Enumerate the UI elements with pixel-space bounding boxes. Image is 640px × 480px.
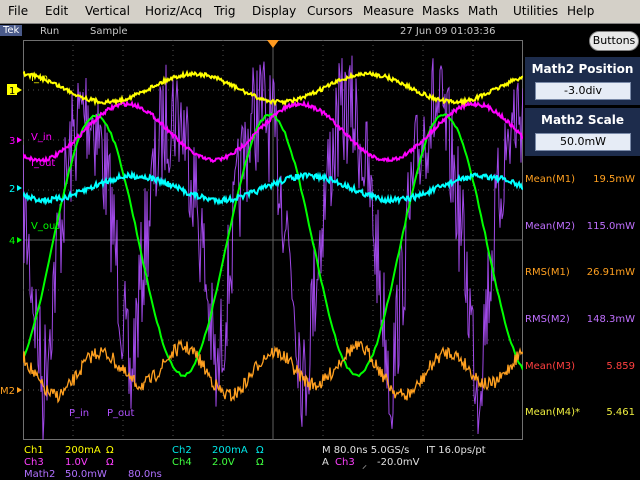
menu-math[interactable]: Math [468,4,498,18]
sample-interval: IT 16.0ps/pt [426,445,486,456]
measurement-value: 5.461 [606,407,635,418]
measurement-row[interactable]: RMS(M2) 148.3mW [525,311,640,331]
measurement-label: RMS(M2) [525,314,570,325]
ch1-label[interactable]: Ch1 [24,445,44,456]
measurement-row[interactable]: RMS(M1) 26.91mW [525,264,640,284]
ch1-impedance: Ω [106,445,114,456]
buttons-button[interactable]: Buttons [589,31,639,51]
measurement-label: RMS(M1) [525,267,570,278]
math2-label[interactable]: Math2 [24,469,55,480]
marker-label-ch2: 2 [9,184,15,195]
measurement-value: 19.5mW [593,174,635,185]
measurement-value: 148.3mW [586,314,635,325]
measurement-value: 26.91mW [586,267,635,278]
measurement-row[interactable]: Mean(M1) 19.5mW [525,171,640,191]
ch3-impedance: Ω [106,457,114,468]
math2-scale-control[interactable]: Math2 Scale 50.0mW [525,108,640,156]
measurement-label: Mean(M3) [525,361,576,372]
menu-display[interactable]: Display [252,4,296,18]
measurement-label: Mean(M2) [525,221,576,232]
waveform-display[interactable]: I_in V_in I_out V_out P_in P_out [23,40,523,440]
marker-label-ch4: 4 [9,236,15,247]
waveform-label-v_out: V_out [31,221,59,232]
waveform-label-i_in: I_in [31,73,48,84]
ch4-label[interactable]: Ch4 [172,457,192,468]
menu-help[interactable]: Help [567,4,594,18]
measurement-row[interactable]: Mean(M2) 115.0mW [525,218,640,238]
menu-masks[interactable]: Masks [422,4,459,18]
math2-scale-title: Math2 Scale [541,113,624,127]
menu-utilities[interactable]: Utilities [513,4,558,18]
control-panel: Buttons Math2 Position -3.0div Math2 Sca… [525,24,640,442]
marker-label-m2: M2 [0,386,15,397]
waveform-label-p_out: P_out [107,408,134,419]
menu-file[interactable]: File [8,4,28,18]
menu-edit[interactable]: Edit [45,4,68,18]
trigger-slope-icon: ⸝ [362,460,367,471]
menu-horiz-acq[interactable]: Horiz/Acq [145,4,202,18]
waveform-label-i_out: I_out [31,158,55,169]
marker-ch3[interactable]: 3 [9,136,22,147]
waveform-label-v_in: V_in [31,132,52,143]
math2-scale-info[interactable]: 50.0mW [65,469,107,480]
menu-measure[interactable]: Measure [363,4,414,18]
menu-cursors[interactable]: Cursors [307,4,353,18]
trigger-label[interactable]: A [322,457,329,468]
math2-timebase: 80.0ns [128,469,162,480]
marker-label-ch3: 3 [9,136,15,147]
menu-vertical[interactable]: Vertical [85,4,130,18]
menu-bar: File Edit Vertical Horiz/Acq Trig Displa… [0,0,640,24]
ch1-scale[interactable]: 200mA [65,445,101,456]
ch4-impedance: Ω [256,457,264,468]
channel-markers: 1 3 2 4 M2 [0,84,22,397]
math2-position-value[interactable]: -3.0div [535,82,631,100]
measurement-value: 115.0mW [586,221,635,232]
graticule: I_in V_in I_out V_out P_in P_out [23,40,523,440]
marker-m2[interactable]: M2 [0,386,22,397]
marker-ch2[interactable]: 2 [9,184,22,195]
run-status: Run [40,26,60,37]
waveform-label-p_in: P_in [69,408,89,419]
measurement-label: Mean(M1) [525,174,576,185]
measurement-row[interactable]: Mean(M4)* 5.461 [525,404,640,424]
trigger-source[interactable]: Ch3 [335,457,355,468]
menu-trig[interactable]: Trig [214,4,235,18]
measurement-value: 5.859 [606,361,635,372]
horizontal-timebase[interactable]: M 80.0ns 5.0GS/s [322,445,409,456]
ch2-scale[interactable]: 200mA [212,445,248,456]
ch2-label[interactable]: Ch2 [172,445,192,456]
measurement-row[interactable]: Mean(M3) 5.859 [525,358,640,378]
math2-position-title: Math2 Position [531,62,634,76]
ch3-label[interactable]: Ch3 [24,457,44,468]
trigger-level[interactable]: -20.0mV [377,457,419,468]
marker-ch1[interactable]: 1 [7,84,22,97]
trigger-position-icon [267,40,279,48]
date-time: 27 Jun 09 01:03:36 [400,26,496,37]
marker-ch4[interactable]: 4 [9,236,22,247]
status-bar: Tek Run Sample 27 Jun 09 01:03:36 [0,24,525,40]
math2-position-control[interactable]: Math2 Position -3.0div [525,57,640,105]
math2-scale-value[interactable]: 50.0mW [535,133,631,151]
acq-mode: Sample [90,26,128,37]
channel-info-bar: Ch1 200mA Ω Ch3 1.0V Ω Math2 50.0mW 80.0… [0,442,640,480]
brand-label: Tek [0,25,23,36]
ch4-scale[interactable]: 2.0V [212,457,235,468]
ch2-impedance: Ω [256,445,264,456]
measurement-label: Mean(M4)* [525,407,581,418]
ch3-scale[interactable]: 1.0V [65,457,88,468]
marker-label-ch1: 1 [9,86,15,97]
